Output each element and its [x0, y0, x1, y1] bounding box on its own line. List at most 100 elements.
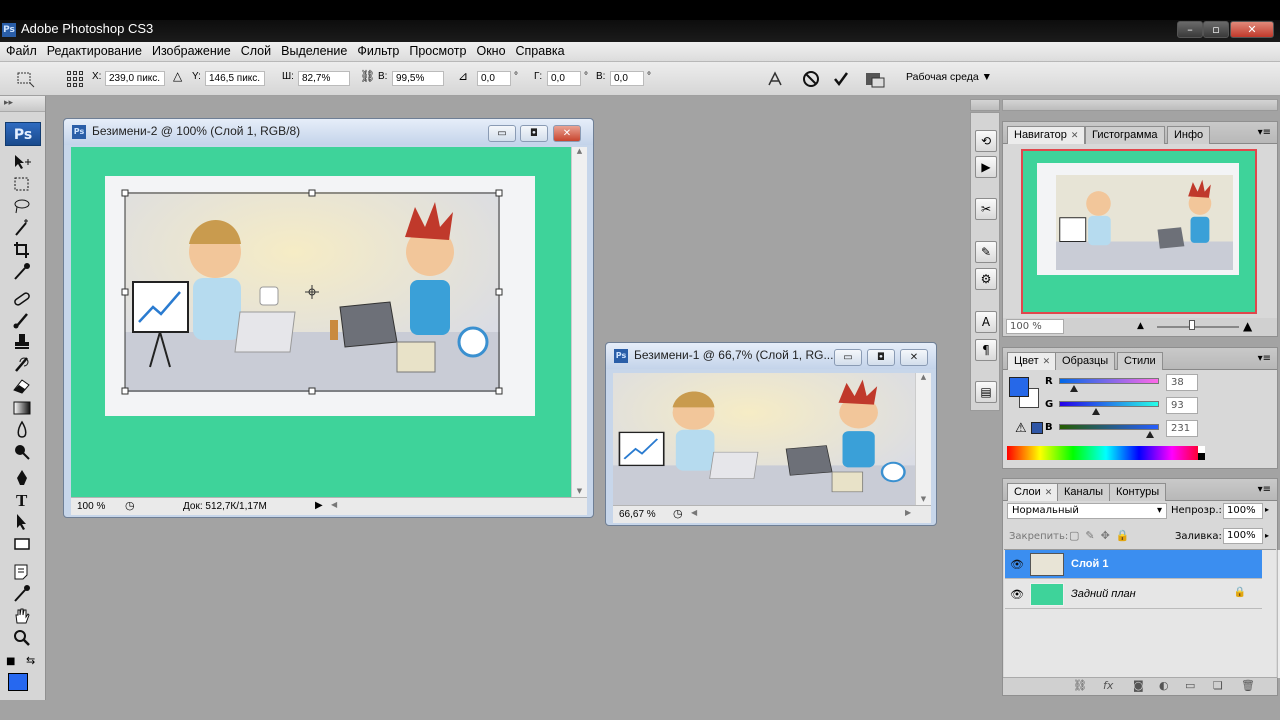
default-colors-icon[interactable]: ■ [6, 656, 15, 667]
tab-layers[interactable]: Слои ✕ [1007, 483, 1060, 501]
dodge-icon[interactable] [11, 442, 33, 462]
new-group-icon[interactable]: ▭ [1185, 679, 1195, 692]
document-1-maximize[interactable]: ◘ [520, 125, 548, 142]
document-1-canvas[interactable] [71, 147, 571, 497]
brush-icon[interactable] [11, 310, 33, 330]
tab-color[interactable]: Цвет ✕ [1007, 352, 1058, 370]
channel-r-thumb[interactable] [1069, 385, 1078, 392]
layer-row-layer1[interactable]: 👁 Слой 1 [1005, 550, 1262, 579]
tools-panel-grip[interactable]: ▸▸ [0, 96, 45, 112]
right-panels-grip[interactable] [1002, 99, 1278, 111]
menu-view[interactable]: Просмотр [404, 42, 471, 61]
tab-swatches[interactable]: Образцы [1055, 352, 1116, 370]
adjustment-layer-icon[interactable]: ◐ [1159, 679, 1169, 692]
menu-help[interactable]: Справка [511, 42, 570, 61]
document-2-vertical-scrollbar[interactable]: ▲ ▼ [915, 373, 931, 505]
tab-info[interactable]: Инфо [1167, 126, 1211, 144]
lock-icons[interactable]: ▢✎✥🔒 [1069, 529, 1136, 542]
tab-paths[interactable]: Контуры [1109, 483, 1167, 501]
paragraph-icon[interactable]: ¶ [975, 339, 997, 361]
channel-b-slider[interactable] [1059, 424, 1159, 430]
document-1-zoom[interactable]: 100 % [77, 501, 105, 512]
workspace-menu[interactable]: Рабочая среда ▼ [906, 71, 992, 83]
minimize-button[interactable]: – [1177, 21, 1203, 38]
channel-b-field[interactable]: 231 [1166, 420, 1198, 437]
rectangle-icon[interactable] [11, 534, 33, 554]
x-field[interactable]: 239,0 пикс. [105, 71, 165, 86]
new-layer-icon[interactable]: ❏ [1213, 679, 1223, 692]
tab-styles[interactable]: Стили [1117, 352, 1163, 370]
close-tab-icon[interactable]: ✕ [1071, 130, 1079, 140]
document-2-titlebar[interactable]: Ps Безимени-1 @ 66,7% (Слой 1, RG... ▭ ◘… [606, 343, 936, 369]
character-icon[interactable]: A [975, 311, 997, 333]
navigator-zoom-field[interactable]: 100 % [1006, 319, 1064, 334]
h-scroll-right[interactable]: ▶ [905, 508, 911, 517]
document-2-close[interactable]: ✕ [900, 349, 928, 366]
tab-navigator[interactable]: Навигатор ✕ [1007, 126, 1086, 144]
visibility-eye-icon[interactable]: 👁 [1010, 588, 1024, 601]
document-1-vertical-scrollbar[interactable]: ▲ ▼ [571, 147, 587, 497]
add-mask-icon[interactable]: ◙ [1133, 679, 1144, 692]
hskew-field[interactable]: 0,0 [547, 71, 581, 86]
healing-brush-icon[interactable] [11, 288, 33, 308]
menu-window[interactable]: Окно [471, 42, 510, 61]
tab-channels[interactable]: Каналы [1057, 483, 1111, 501]
height-field[interactable]: 99,5% [392, 71, 444, 86]
zoom-cycle-icon[interactable]: ◷ [125, 499, 135, 512]
link-layers-icon[interactable]: ⛓ [1073, 679, 1087, 692]
document-1-titlebar[interactable]: Ps Безимени-2 @ 100% (Слой 1, RGB/8) ▭ ◘… [64, 119, 593, 145]
eyedropper2-icon[interactable] [11, 584, 33, 604]
clone-stamp-icon[interactable] [11, 332, 33, 352]
maximize-button[interactable]: ▫ [1203, 21, 1229, 38]
menu-file[interactable]: Файл [0, 42, 42, 61]
zoom-out-icon[interactable]: ▲ [1137, 321, 1144, 331]
zoom-in-icon[interactable]: ▲ [1243, 319, 1252, 333]
color-foreground-swatch[interactable] [1009, 377, 1029, 397]
document-2-zoom[interactable]: 66,67 % [619, 509, 656, 520]
menu-filter[interactable]: Фильтр [352, 42, 404, 61]
warning-icon[interactable]: ⚠ [1015, 421, 1027, 436]
width-field[interactable]: 82,7% [298, 71, 350, 86]
tab-histogram[interactable]: Гистограмма [1085, 126, 1165, 144]
notes-icon[interactable] [11, 562, 33, 582]
status-menu-arrow[interactable]: ▶ [315, 500, 323, 511]
channel-g-field[interactable]: 93 [1166, 397, 1198, 414]
actions-icon[interactable]: ▶ [975, 156, 997, 178]
tool-presets-icon[interactable]: ✂ [975, 198, 997, 220]
close-button[interactable]: ✕ [1230, 21, 1274, 38]
fill-field[interactable]: 100% [1223, 528, 1263, 544]
vskew-field[interactable]: 0,0 [610, 71, 644, 86]
navigator-zoom-slider[interactable] [1157, 326, 1239, 328]
document-1-minimize[interactable]: ▭ [488, 125, 516, 142]
transform-tool-icon[interactable] [14, 70, 36, 88]
channel-r-slider[interactable] [1059, 378, 1159, 384]
menu-layer[interactable]: Слой [236, 42, 276, 61]
panel-menu-icon[interactable]: ▾≡ [1258, 353, 1271, 364]
fill-arrow-icon[interactable]: ▸ [1265, 531, 1269, 540]
y-field[interactable]: 146,5 пикс. [205, 71, 265, 86]
menu-image[interactable]: Изображение [147, 42, 236, 61]
transform-bounding-box[interactable] [121, 189, 505, 395]
commit-transform-icon[interactable] [832, 70, 850, 88]
close-tab-icon[interactable]: ✕ [1043, 356, 1051, 366]
foreground-color-swatch[interactable] [8, 673, 28, 691]
black-white-ramp[interactable] [1198, 446, 1205, 460]
navigator-zoom-thumb[interactable] [1189, 320, 1195, 330]
visibility-eye-icon[interactable]: 👁 [1010, 558, 1024, 571]
brushes-icon[interactable]: ✎ [975, 241, 997, 263]
type-icon[interactable]: T [11, 490, 33, 510]
document-2-maximize[interactable]: ◘ [867, 349, 895, 366]
channel-g-thumb[interactable] [1091, 408, 1100, 415]
crop-icon[interactable] [11, 240, 33, 260]
web-safe-color-swatch[interactable] [1031, 422, 1043, 434]
zoom-cycle-icon[interactable]: ◷ [673, 507, 683, 520]
eraser-icon[interactable] [11, 376, 33, 396]
document-2-minimize[interactable]: ▭ [834, 349, 862, 366]
color-spectrum-bar[interactable] [1007, 446, 1205, 460]
document-1-close[interactable]: ✕ [553, 125, 581, 142]
layer-comps-icon[interactable]: ▤ [975, 381, 997, 403]
channel-r-field[interactable]: 38 [1166, 374, 1198, 391]
icon-strip-grip[interactable] [970, 99, 1000, 111]
eyedropper-icon[interactable] [11, 262, 33, 282]
swap-colors-icon[interactable]: ⇆ [26, 654, 35, 667]
